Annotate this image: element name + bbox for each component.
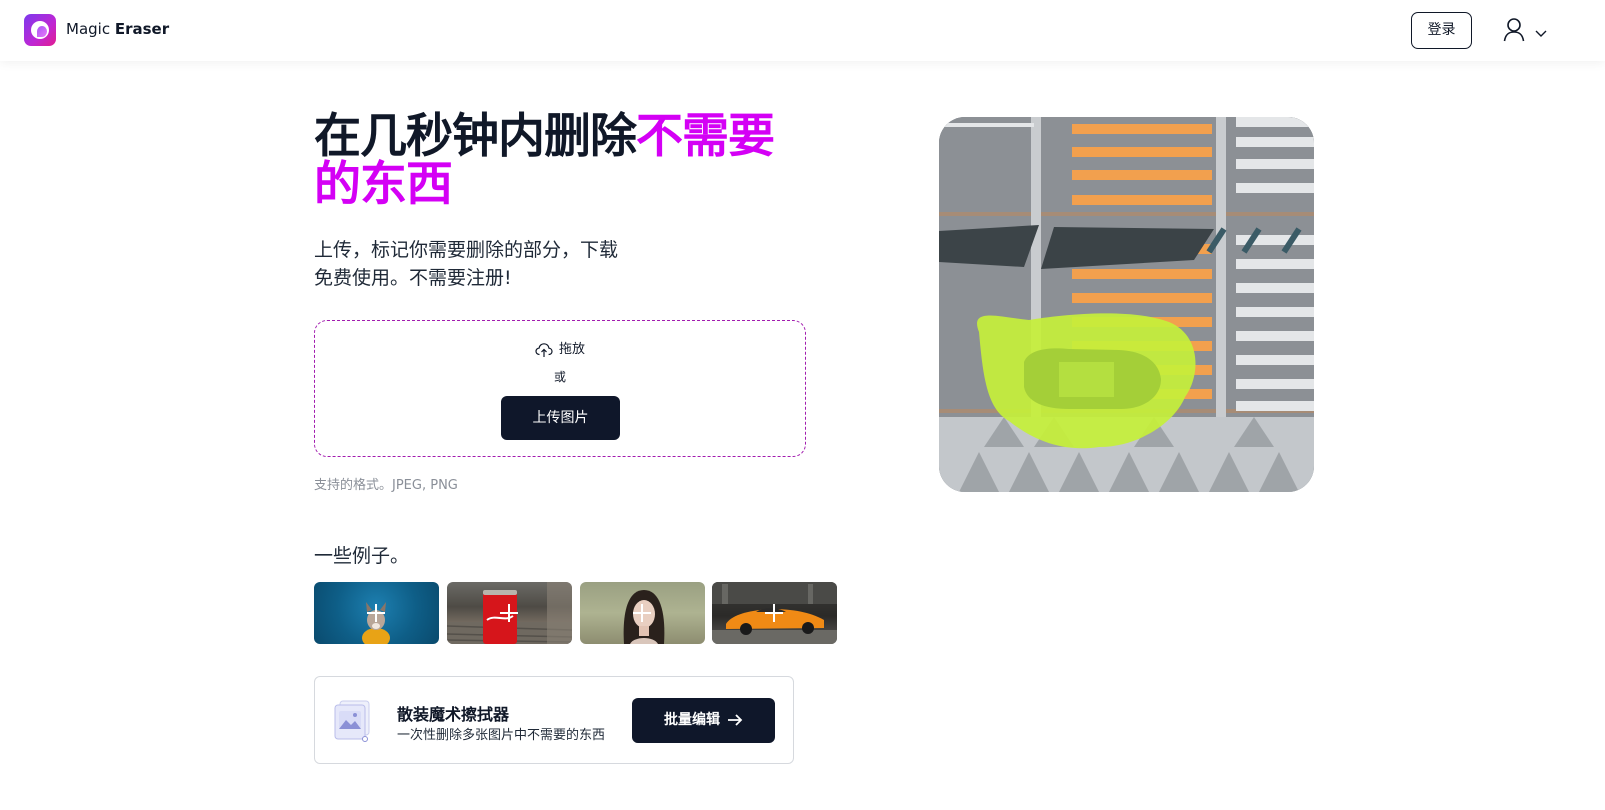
magic-eraser-logo-icon[interactable] — [24, 14, 56, 46]
upload-cloud-icon — [535, 342, 553, 357]
upload-dropzone[interactable]: 拖放 或 上传图片 — [314, 320, 806, 457]
arrow-right-icon — [728, 714, 743, 726]
bulk-edit-label: 批量编辑 — [664, 712, 720, 728]
user-icon — [1503, 18, 1525, 42]
hero-subtitle: 上传，标记你需要删除的部分，下载 免费使用。不需要注册! — [314, 236, 654, 292]
plus-icon — [765, 604, 783, 622]
bulk-title: 散装魔术擦拭器 — [397, 705, 510, 724]
plus-icon — [367, 604, 385, 622]
hero-title-main: 在几秒钟内删除 — [314, 109, 637, 164]
hero-title: 在几秒钟内删除不需要 的东西 — [314, 113, 834, 209]
crosswalk-car-image — [939, 117, 1314, 492]
subtitle-line-1: 上传，标记你需要删除的部分，下载 — [314, 239, 619, 261]
example-woman[interactable] — [580, 582, 705, 644]
hero-title-accent-2: 的东西 — [314, 157, 453, 212]
bulk-description: 一次性删除多张图片中不需要的东西 — [397, 728, 606, 743]
subtitle-line-2: 免费使用。不需要注册! — [314, 267, 512, 289]
example-cola[interactable] — [447, 582, 572, 644]
or-label: 或 — [553, 370, 566, 384]
brand-name[interactable]: Magic Eraser — [66, 20, 169, 38]
drag-drop-row: 拖放 — [315, 338, 805, 359]
hero-title-accent-1: 不需要 — [636, 109, 775, 164]
drag-label: 拖放 — [558, 342, 585, 357]
user-menu[interactable] — [1503, 17, 1551, 45]
login-button[interactable]: 登录 — [1411, 12, 1472, 49]
image-stack-icon — [334, 700, 370, 742]
upload-image-button[interactable]: 上传图片 — [501, 396, 620, 440]
example-dog[interactable] — [314, 582, 439, 644]
chevron-down-icon — [1535, 30, 1547, 37]
brand-bold: Eraser — [114, 20, 170, 38]
brand-prefix: Magic — [66, 20, 111, 38]
hero-example-image — [939, 117, 1314, 492]
top-header: Magic Eraser 登录 — [0, 0, 1605, 61]
examples-title: 一些例子。 — [314, 545, 410, 567]
bulk-eraser-card: 散装魔术擦拭器 一次性删除多张图片中不需要的东西 批量编辑 — [314, 676, 794, 764]
plus-icon — [500, 604, 518, 622]
plus-icon — [633, 604, 651, 622]
example-car[interactable] — [712, 582, 837, 644]
supported-formats: 支持的格式。JPEG, PNG — [314, 478, 458, 493]
bulk-edit-button[interactable]: 批量编辑 — [632, 698, 775, 743]
